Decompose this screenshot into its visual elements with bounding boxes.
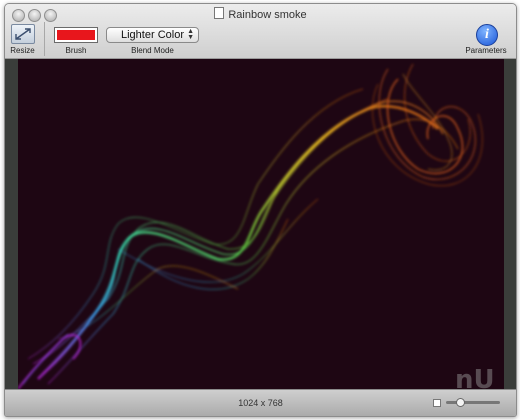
zoom-slider-knob[interactable] bbox=[455, 398, 465, 407]
info-icon: i bbox=[476, 24, 498, 46]
brush-color-fill bbox=[57, 30, 95, 40]
document-icon bbox=[214, 7, 225, 19]
brush-color-swatch[interactable] bbox=[54, 27, 98, 43]
content-area bbox=[5, 59, 516, 389]
resize-label: Resize bbox=[10, 46, 35, 55]
blend-mode-value: Lighter Color bbox=[121, 29, 184, 41]
app-window: Rainbow smoke Resize Brush Lighter Color… bbox=[4, 3, 517, 417]
smoke-artwork bbox=[18, 63, 483, 389]
toolbar-divider bbox=[44, 22, 45, 56]
window-title-text: Rainbow smoke bbox=[228, 9, 307, 21]
popup-arrows-icon: ▲ ▼ bbox=[187, 28, 194, 41]
blend-mode-popup[interactable]: Lighter Color ▲ ▼ bbox=[106, 27, 199, 43]
watermark-logo: nU bbox=[455, 365, 495, 395]
parameters-label: Parameters bbox=[465, 46, 507, 55]
smoke-base bbox=[18, 333, 82, 389]
resize-icon bbox=[11, 24, 35, 44]
brush-label: Brush bbox=[65, 46, 87, 55]
window-title: Rainbow smoke bbox=[5, 7, 516, 21]
titlebar: Rainbow smoke Resize Brush Lighter Color… bbox=[5, 4, 516, 59]
status-bar: 1024 x 768 bbox=[5, 389, 516, 416]
zoom-out-icon[interactable] bbox=[433, 399, 441, 407]
smoke-canvas[interactable] bbox=[18, 59, 504, 389]
smoke-strands bbox=[27, 88, 459, 385]
smoke-curls bbox=[371, 63, 483, 187]
zoom-slider[interactable] bbox=[446, 398, 500, 407]
blend-mode-label: Blend Mode bbox=[131, 46, 174, 55]
